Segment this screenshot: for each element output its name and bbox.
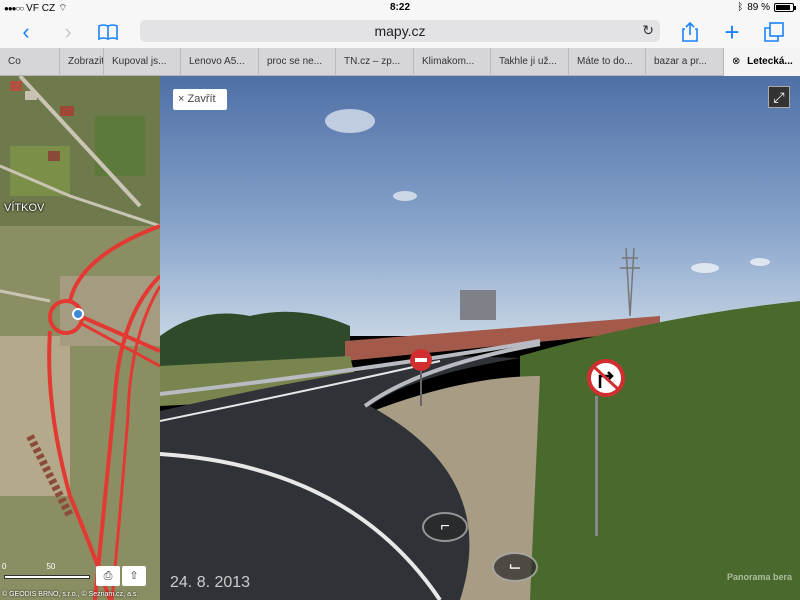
reload-icon[interactable]: ↻ (642, 22, 654, 39)
scale-label: 0 50 (2, 562, 55, 571)
clock: 8:22 (389, 2, 410, 13)
back-button[interactable]: ‹ (14, 20, 38, 44)
tab-item[interactable]: Takhle ji už... (491, 48, 569, 76)
panorama-brand: Panorama bera (726, 572, 792, 582)
share-icon (682, 21, 698, 42)
scale-value: 50 (46, 562, 56, 571)
scale-zero: 0 (2, 562, 7, 571)
nav-arrow-left-icon[interactable]: ⌐ (422, 512, 468, 542)
close-tab-icon[interactable]: ⊗ (732, 56, 740, 67)
aerial-map[interactable]: VÍTKOV 0 50 ⎙ ⇧ © GEODIS BRNO, s.r.o., © … (0, 76, 160, 600)
bluetooth-icon: ᛒ (737, 2, 744, 13)
url-text: mapy.cz (374, 23, 426, 39)
browser-toolbar: ‹ › mapy.cz ↻ + (0, 16, 800, 48)
bookmarks-icon (98, 24, 118, 41)
battery-icon (774, 3, 796, 12)
share-button[interactable] (678, 20, 702, 44)
active-tab-label: Letecká... (747, 56, 793, 67)
tab-item[interactable]: Lenovo A5... (181, 48, 259, 76)
battery-percent: 89 % (747, 2, 770, 13)
tab-item[interactable]: Klimakom... (414, 48, 491, 76)
tabs-overview-button[interactable] (762, 20, 786, 44)
nav-arrow-back-icon[interactable]: ⌙ (492, 552, 538, 582)
panorama-image (160, 76, 800, 600)
map-imagery (0, 76, 160, 600)
address-bar[interactable]: mapy.cz ↻ (140, 20, 660, 42)
status-bar: ●●●○○ VF CZ ⌔ 8:22 ᛒ 89 % (0, 0, 800, 16)
tabs-icon (764, 22, 784, 42)
bookmarks-button[interactable] (96, 20, 120, 44)
place-label: VÍTKOV (4, 202, 45, 214)
tab-item[interactable]: Co (0, 48, 60, 76)
forward-button[interactable]: › (56, 20, 80, 44)
tab-active[interactable]: ⊗ Letecká... (724, 48, 800, 76)
tab-item[interactable]: bazar a pr... (646, 48, 724, 76)
capture-date: 24. 8. 2013 (170, 574, 251, 591)
map-copyright: © GEODIS BRNO, s.r.o., © Seznam.cz, a.s. (2, 591, 139, 598)
close-panorama-button[interactable]: × Zavřít (173, 89, 227, 110)
panorama-view[interactable]: × Zavřít ⤢ ⌐ ⌙ 24. 8. 2013 Panorama bera (160, 76, 800, 600)
tab-item[interactable]: TN.cz – zp... (336, 48, 414, 76)
print-button[interactable]: ⎙ (96, 566, 120, 586)
new-tab-button[interactable]: + (720, 19, 744, 45)
tab-strip: Co Zobrazit Kupoval js... Lenovo A5... p… (0, 48, 800, 76)
tab-item[interactable]: Kupoval js... (104, 48, 181, 76)
tab-item[interactable]: proc se ne... (259, 48, 336, 76)
fullscreen-icon[interactable]: ⤢ (768, 86, 790, 108)
tab-item[interactable]: Máte to do... (569, 48, 646, 76)
status-right: ᛒ 89 % (737, 2, 796, 13)
tab-item[interactable]: Zobrazit (60, 48, 104, 76)
scale-bar (4, 575, 90, 579)
map-share-button[interactable]: ⇧ (122, 566, 146, 586)
